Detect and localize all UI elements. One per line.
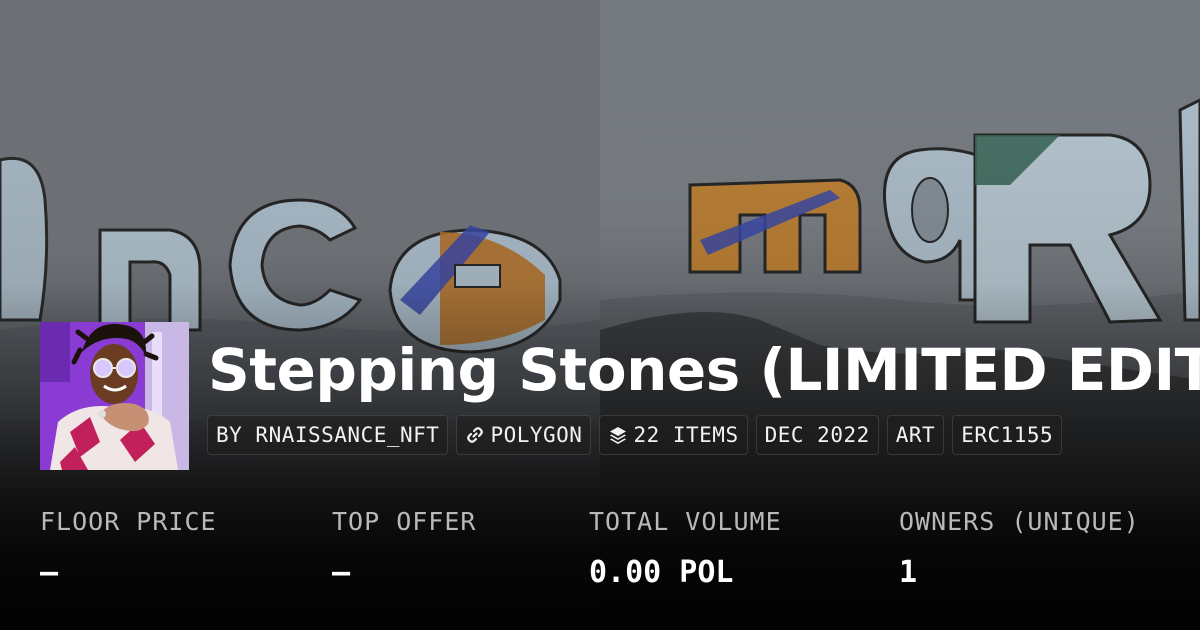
category-chip-label: ART [895,423,936,447]
stat-value: — [332,555,351,590]
collection-title: Stepping Stones (LIMITED EDITION) [208,336,1200,404]
chain-chip[interactable]: POLYGON [456,415,592,455]
stat-value: 0.00 POL [589,555,734,590]
avatar-portrait-image [40,322,189,470]
collection-meta-chips: BY RNAISSANCE_NFT POLYGON 22 ITEMS DEC 2… [207,415,1063,455]
stat-total-volume: TOTAL VOLUME 0.00 POL [589,505,782,591]
category-chip[interactable]: ART [886,415,945,455]
date-chip: DEC 2022 [755,415,879,455]
collection-preview-card: Stepping Stones (LIMITED EDITION) BY RNA… [0,0,1200,630]
chain-chip-label: POLYGON [490,423,583,447]
link-icon [465,425,485,445]
collection-avatar[interactable] [40,322,189,470]
layers-icon [608,425,628,445]
standard-chip-label: ERC1155 [961,423,1054,447]
stat-floor-price: FLOOR PRICE — [40,505,217,591]
stat-label: TOTAL VOLUME [589,507,782,536]
stat-label: OWNERS (UNIQUE) [899,507,1140,536]
standard-chip: ERC1155 [952,415,1063,455]
date-chip-label: DEC 2022 [764,423,870,447]
stat-value: 1 [899,555,918,590]
stat-top-offer: TOP OFFER — [332,505,476,591]
items-chip[interactable]: 22 ITEMS [599,415,748,455]
stat-owners: OWNERS (UNIQUE) 1 [899,505,1140,591]
stat-label: TOP OFFER [332,507,477,536]
creator-chip[interactable]: BY RNAISSANCE_NFT [207,415,449,455]
items-chip-label: 22 ITEMS [633,423,739,447]
stat-label: FLOOR PRICE [40,507,217,536]
stat-value: — [40,555,59,590]
creator-chip-label: BY RNAISSANCE_NFT [216,423,440,447]
